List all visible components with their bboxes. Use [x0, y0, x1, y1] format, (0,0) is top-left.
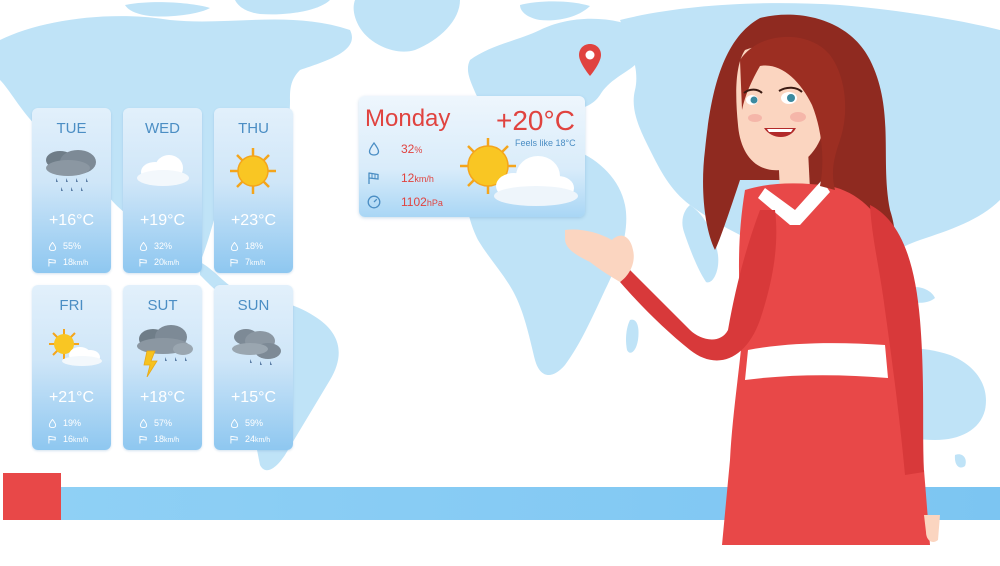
- today-wind-value: 12: [401, 171, 415, 185]
- forecast-day: WED: [145, 120, 180, 137]
- wind-value: 18: [154, 434, 165, 444]
- rain-cloud-icon: [46, 150, 96, 191]
- humidity-value: 19%: [63, 418, 82, 428]
- forecast-humidity: 55%: [48, 241, 81, 251]
- wind-unit: km/h: [164, 260, 180, 267]
- forecast-day: TUE: [56, 120, 87, 137]
- cloudy-rain-icon: [232, 329, 281, 365]
- forecast-wind: 24km/h: [230, 434, 270, 444]
- weather-presenter-illustration: [565, 14, 940, 545]
- wind-value: 24: [245, 434, 256, 444]
- wind-unit: km/h: [250, 260, 266, 267]
- forecast-day: SUT: [147, 297, 178, 314]
- wind-value: 16: [63, 434, 74, 444]
- today-humidity: 32%: [367, 142, 422, 156]
- forecast-wind: 18km/h: [139, 434, 179, 444]
- today-wind-unit: km/h: [414, 174, 434, 184]
- partly-cloudy-icon: [49, 329, 102, 366]
- wind-flag-icon: [230, 258, 238, 267]
- forecast-humidity: 32%: [139, 241, 172, 251]
- forecast-card-sut[interactable]: SUT +18°C 57% 18km/h: [123, 285, 202, 450]
- forecast-wind: 7km/h: [230, 257, 265, 267]
- wind-unit: km/h: [164, 437, 180, 444]
- forecast-card-fri[interactable]: FRI +21°C 19% 16km/h: [32, 285, 111, 450]
- wind-unit: km/h: [255, 437, 271, 444]
- humidity-value: 32%: [154, 241, 173, 251]
- forecast-temp: +23°C: [230, 212, 277, 229]
- today-pressure-unit: hPa: [426, 198, 443, 208]
- forecast-humidity: 59%: [230, 418, 263, 428]
- ticker-red-block: [3, 473, 61, 520]
- humidity-value: 18%: [245, 241, 264, 251]
- droplet-icon: [230, 418, 239, 428]
- forecast-card-tue[interactable]: TUE +16°C 55% 18km/h: [32, 108, 111, 273]
- forecast-card-sun[interactable]: SUN +15°C 59% 24km/h: [214, 285, 293, 450]
- wind-value: 18: [63, 257, 74, 267]
- weather-broadcast-scene: TUE +16°C 55% 18km/h WED +19°C 32% 20km/…: [0, 0, 1000, 566]
- droplet-icon: [48, 418, 57, 428]
- today-humidity-unit: %: [414, 145, 423, 155]
- today-pressure: 1102hPa: [367, 195, 443, 209]
- forecast-temp: +19°C: [139, 212, 186, 229]
- forecast-humidity: 19%: [48, 418, 81, 428]
- cloud-icon: [137, 155, 189, 186]
- wind-flag-icon: [230, 435, 238, 444]
- droplet-icon: [230, 241, 239, 251]
- forecast-temp: +18°C: [139, 389, 186, 406]
- wind-flag-icon: [48, 258, 56, 267]
- wind-unit: km/h: [73, 260, 89, 267]
- droplet-icon: [139, 241, 148, 251]
- forecast-wind: 16km/h: [48, 434, 88, 444]
- wind-unit: km/h: [73, 437, 89, 444]
- sun-icon: [230, 148, 276, 194]
- droplet-icon: [48, 241, 57, 251]
- forecast-temp: +21°C: [48, 389, 95, 406]
- forecast-card-thu[interactable]: THU +23°C 18% 7km/h: [214, 108, 293, 273]
- forecast-day: FRI: [59, 297, 84, 314]
- wind-flag-icon: [139, 435, 147, 444]
- wind-flag-icon: [48, 435, 56, 444]
- droplet-icon: [368, 142, 380, 156]
- today-wind: 12km/h: [367, 171, 434, 185]
- forecast-wind: 20km/h: [139, 257, 179, 267]
- humidity-value: 57%: [154, 418, 173, 428]
- today-day: Monday: [365, 105, 451, 132]
- wind-flag-icon: [139, 258, 147, 267]
- wind-value: 20: [154, 257, 165, 267]
- forecast-card-wed[interactable]: WED +19°C 32% 20km/h: [123, 108, 202, 273]
- forecast-day: SUN: [237, 297, 270, 314]
- forecast-wind: 18km/h: [48, 257, 88, 267]
- gauge-icon: [367, 195, 381, 209]
- forecast-humidity: 57%: [139, 418, 172, 428]
- wind-flag-icon: [368, 172, 379, 184]
- today-pressure-value: 1102: [401, 195, 427, 209]
- forecast-day: THU: [238, 120, 269, 137]
- humidity-value: 59%: [245, 418, 264, 428]
- droplet-icon: [139, 418, 148, 428]
- forecast-temp: +16°C: [48, 212, 95, 229]
- forecast-humidity: 18%: [230, 241, 263, 251]
- thunderstorm-icon: [137, 325, 193, 377]
- forecast-temp: +15°C: [230, 389, 277, 406]
- today-humidity-value: 32: [401, 142, 415, 156]
- humidity-value: 55%: [63, 241, 82, 251]
